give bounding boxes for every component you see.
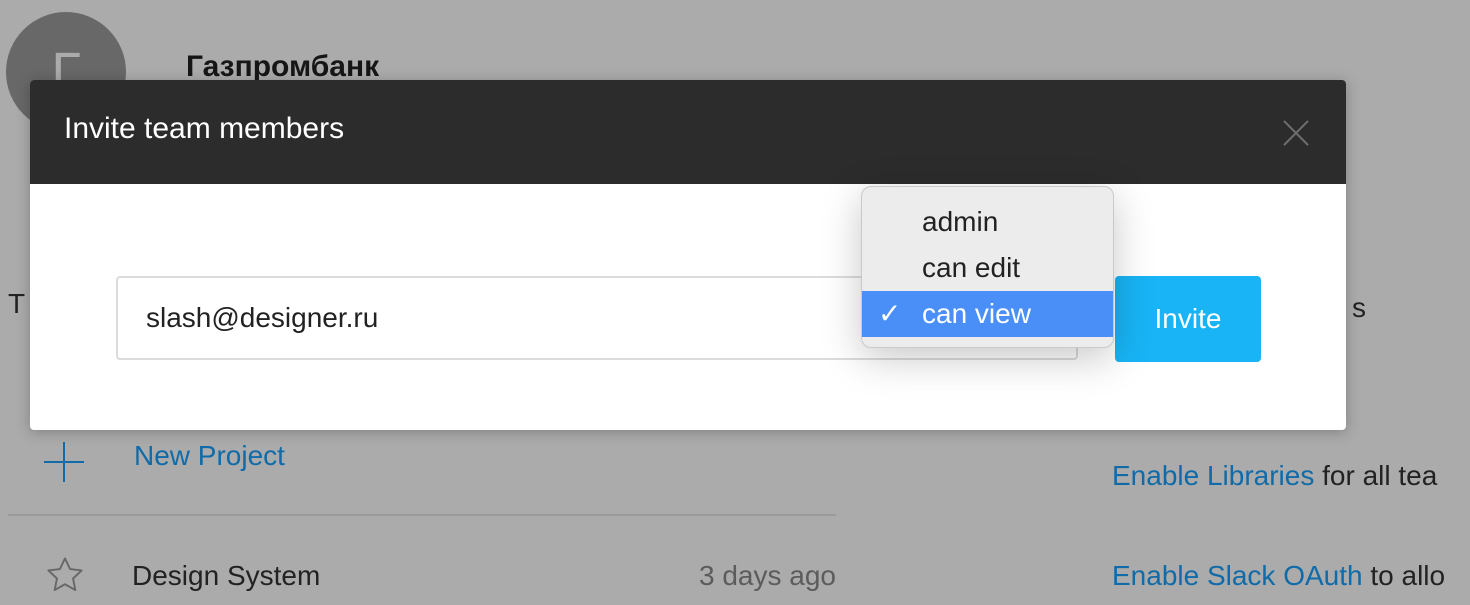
invite-button[interactable]: Invite (1115, 276, 1261, 362)
role-option-can-view[interactable]: ✓ can view (862, 291, 1113, 337)
modal-title: Invite team members (64, 112, 345, 145)
invite-modal: Invite team members Invite (30, 80, 1346, 430)
role-option-admin[interactable]: admin (862, 199, 1113, 245)
role-option-label: can edit (922, 252, 1021, 283)
close-icon[interactable] (1280, 116, 1312, 148)
checkmark-icon: ✓ (878, 298, 902, 329)
role-option-label: admin (922, 206, 999, 237)
modal-header: Invite team members (30, 80, 1346, 184)
role-dropdown-menu[interactable]: admin can edit ✓ can view (861, 186, 1114, 348)
role-option-label: can view (922, 298, 1031, 329)
role-option-can-edit[interactable]: can edit (862, 245, 1113, 291)
